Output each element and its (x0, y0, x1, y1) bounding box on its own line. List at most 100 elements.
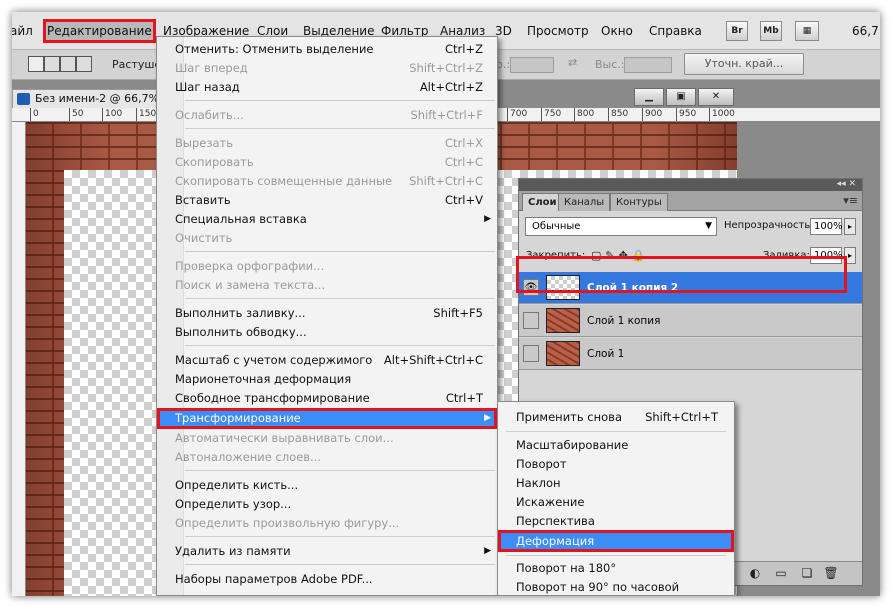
panel-menu-icon[interactable]: ▾≡ (843, 194, 858, 207)
film-strip-icon[interactable]: ▦ (795, 21, 819, 41)
menu-item-stroke[interactable]: Выполнить обводку... (157, 323, 497, 342)
close-icon[interactable]: ✕ (698, 88, 734, 106)
submenu-item-rotate[interactable]: Поворот (498, 455, 734, 474)
submenu-arrow-icon: ▶ (484, 546, 491, 556)
menu-item-paste-special[interactable]: Специальная вставка ▶ (157, 210, 497, 229)
submenu-item-again[interactable]: Применить снова Shift+Ctrl+T (498, 408, 734, 427)
new-selection-icon[interactable] (28, 56, 44, 72)
mini-bridge-button[interactable]: Mb (760, 21, 782, 41)
visibility-toggle-icon[interactable] (523, 345, 539, 362)
ruler-tick: 750 (541, 108, 561, 121)
opacity-field[interactable]: 100% (810, 218, 843, 235)
menu-item-cut[interactable]: Вырезать Ctrl+X (157, 134, 497, 153)
menu-separator (185, 100, 495, 101)
menu-help[interactable]: Справка (645, 12, 706, 50)
menu-edit[interactable]: Редактирование (43, 19, 156, 43)
width-field[interactable] (510, 57, 554, 73)
swap-icon[interactable]: ⇄ (568, 56, 577, 69)
eye-icon[interactable]: 👁 (523, 279, 539, 296)
submenu-arrow-icon: ▶ (484, 214, 491, 224)
ruler-tick: 800 (574, 108, 594, 121)
edit-menu: Отменить: Отменить выделение Ctrl+Z Шаг в… (156, 36, 498, 596)
menu-item-define-shape[interactable]: Определить произвольную фигуру... (157, 514, 497, 533)
layer-thumbnail (546, 308, 580, 333)
menu-item-fill[interactable]: Выполнить заливку... Shift+F5 (157, 304, 497, 323)
document-tab[interactable]: Без имени-2 @ 66,7% (12, 89, 170, 108)
add-selection-icon[interactable] (44, 56, 60, 72)
menu-window[interactable]: Окно (597, 12, 637, 50)
menu-item-fade[interactable]: Ослабить... Shift+Ctrl+F (157, 106, 497, 125)
menu-item-define-brush[interactable]: Определить кисть... (157, 476, 497, 495)
submenu-item-rotate-180[interactable]: Поворот на 180° (498, 559, 734, 578)
adjustment-icon[interactable]: ◐ (747, 566, 763, 581)
height-field[interactable] (624, 57, 672, 73)
menu-item-pdf-presets[interactable]: Наборы параметров Adobe PDF... (157, 570, 497, 589)
menu-item-puppet-warp[interactable]: Марионеточная деформация (157, 370, 497, 389)
feather-label: Растуше (112, 58, 162, 71)
menu-item-find-replace[interactable]: Поиск и замена текста... (157, 276, 497, 295)
subtract-selection-icon[interactable] (60, 56, 76, 72)
tab-layers[interactable]: Слои (522, 193, 563, 211)
tab-paths[interactable]: Контуры (610, 193, 668, 211)
transform-submenu: Применить снова Shift+Ctrl+T Масштабирова… (497, 401, 735, 596)
menu-item-content-aware-scale[interactable]: Масштаб с учетом содержимого Alt+Shift+Ct… (157, 351, 497, 370)
lock-icons[interactable]: ▢✎✥🔒 (591, 249, 650, 262)
zoom-level[interactable]: 66,7 (848, 12, 880, 50)
layer-row[interactable]: Слой 1 копия (519, 305, 862, 337)
menu-separator (506, 555, 726, 556)
layer-name: Слой 1 (587, 348, 625, 360)
bridge-button[interactable]: Br (726, 21, 748, 41)
menu-item-transform[interactable]: Трансформирование ▶ (157, 408, 497, 429)
refine-edge-button[interactable]: Уточн. край... (684, 53, 804, 75)
menu-view[interactable]: Просмотр (523, 12, 593, 50)
submenu-item-scale[interactable]: Масштабирование (498, 436, 734, 455)
submenu-item-rotate-90-cw[interactable]: Поворот на 90° по часовой (498, 578, 734, 596)
submenu-item-skew[interactable]: Наклон (498, 474, 734, 493)
menu-item-spell-check[interactable]: Проверка орфографии... (157, 257, 497, 276)
lock-label: Закрепить: (526, 250, 586, 261)
ruler-tick: 700 (507, 108, 527, 121)
blend-mode-select[interactable]: Обычные ▼ (525, 217, 717, 236)
menu-separator (506, 431, 726, 432)
minimize-icon[interactable]: ▁ (634, 88, 664, 106)
opacity-arrow-icon[interactable]: ▸ (844, 218, 856, 235)
fill-field[interactable]: 100% (810, 247, 843, 264)
group-icon[interactable]: ▭ (773, 566, 789, 581)
menu-separator (185, 345, 495, 346)
menu-item-free-transform[interactable]: Свободное трансформирование Ctrl+T (157, 389, 497, 408)
ruler-tick: 850 (608, 108, 628, 121)
delete-layer-icon[interactable]: 🗑 (823, 566, 839, 581)
menu-separator (185, 564, 495, 565)
new-layer-icon[interactable]: ❏ (799, 566, 815, 581)
menu-separator (185, 298, 495, 299)
ruler-tick: 950 (676, 108, 696, 121)
ruler-tick: 50 (69, 108, 83, 121)
maximize-icon[interactable]: ▣ (666, 88, 696, 106)
menu-item-purge[interactable]: Удалить из памяти ▶ (157, 542, 497, 561)
menu-item-clear[interactable]: Очистить (157, 229, 497, 248)
menu-item-step-forward[interactable]: Шаг вперед Shift+Ctrl+Z (157, 59, 497, 78)
menu-item-define-pattern[interactable]: Определить узор... (157, 495, 497, 514)
submenu-item-distort[interactable]: Искажение (498, 493, 734, 512)
fill-arrow-icon[interactable]: ▸ (844, 247, 856, 264)
menu-item-copy[interactable]: Скопировать Ctrl+C (157, 153, 497, 172)
submenu-arrow-icon: ▶ (484, 413, 491, 423)
layer-row[interactable]: Слой 1 (519, 338, 862, 370)
menu-item-undo[interactable]: Отменить: Отменить выделение Ctrl+Z (157, 40, 497, 59)
menu-item-copy-merged[interactable]: Скопировать совмещенные данные Shift+Ctrl… (157, 172, 497, 191)
blend-mode-value: Обычные (532, 221, 581, 232)
submenu-item-warp[interactable]: Деформация (498, 530, 734, 552)
panel-collapse-icon[interactable]: ◂◂ ✕ (519, 179, 862, 191)
menu-item-auto-align[interactable]: Автоматически выравнивать слои... (157, 429, 497, 448)
tab-channels[interactable]: Каналы (558, 193, 611, 211)
submenu-item-perspective[interactable]: Перспектива (498, 512, 734, 531)
menu-item-auto-blend[interactable]: Автоналожение слоев... (157, 448, 497, 467)
intersect-selection-icon[interactable] (76, 56, 92, 72)
ruler-tick: 900 (642, 108, 662, 121)
menu-item-paste[interactable]: Вставить Ctrl+V (157, 191, 497, 210)
visibility-toggle-icon[interactable] (523, 312, 539, 329)
layer-row[interactable]: 👁 Слой 1 копия 2 (519, 272, 862, 304)
menu-item-step-backward[interactable]: Шаг назад Alt+Ctrl+Z (157, 78, 497, 97)
fill-label: Заливка: (763, 250, 810, 261)
menu-file[interactable]: айл (12, 12, 37, 50)
